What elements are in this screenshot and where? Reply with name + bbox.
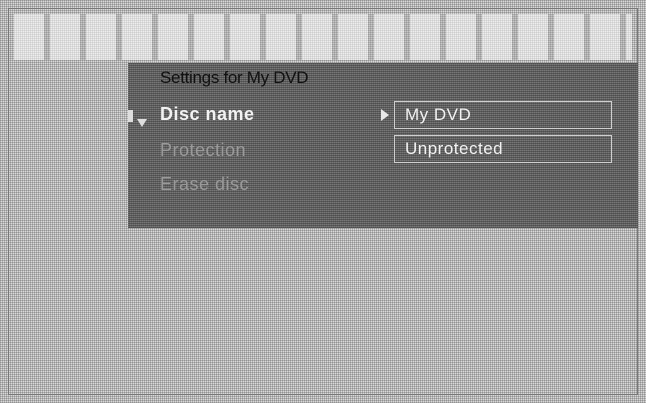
menu-item-disc-name[interactable]: Disc name — [160, 104, 255, 125]
right-arrow-icon — [381, 109, 389, 121]
menu-item-protection[interactable]: Protection — [160, 140, 246, 161]
panel-title: Settings for My DVD — [160, 68, 309, 87]
background-pattern — [14, 14, 632, 60]
disc-name-field[interactable]: My DVD — [394, 101, 612, 129]
menu-item-erase-disc[interactable]: Erase disc — [160, 174, 249, 195]
protection-field[interactable]: Unprotected — [394, 135, 612, 163]
down-arrow-icon — [137, 119, 147, 127]
selection-marker — [128, 110, 133, 122]
